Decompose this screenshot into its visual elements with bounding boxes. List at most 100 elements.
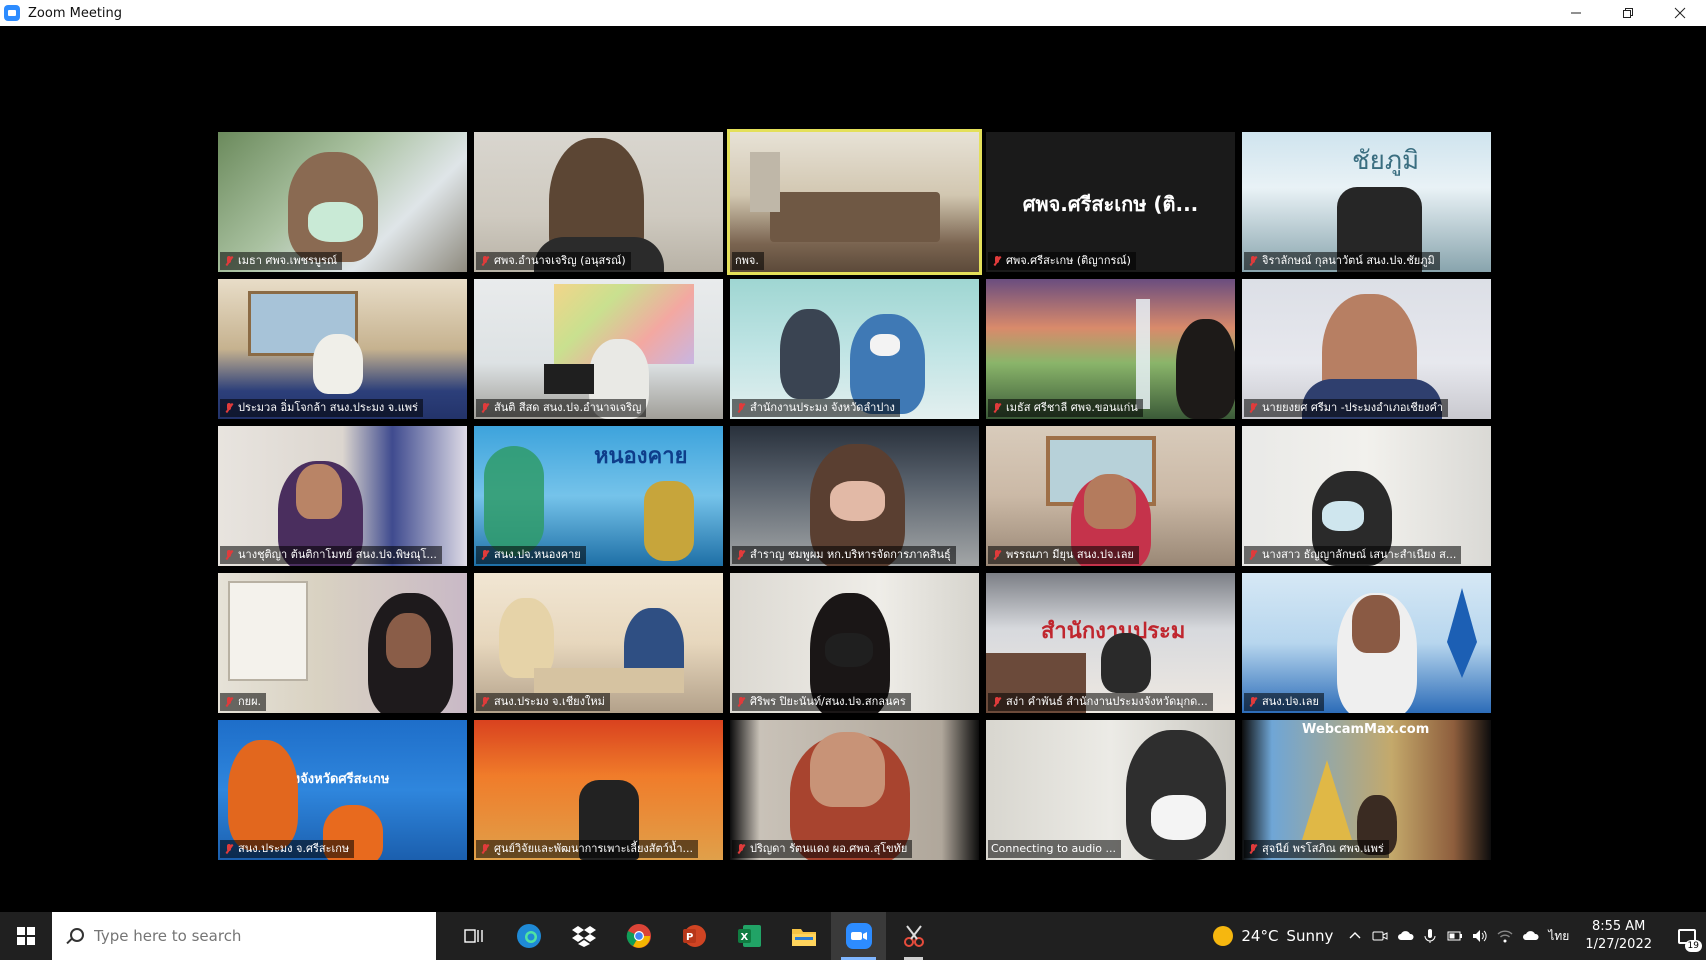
clock-time: 8:55 AM xyxy=(1591,919,1646,934)
dropbox-button[interactable] xyxy=(556,912,611,960)
folder-icon xyxy=(791,929,816,946)
volume-icon[interactable] xyxy=(1472,928,1488,944)
zoom-button[interactable] xyxy=(831,912,886,960)
participant-tile[interactable]: นายยงยศ ศรีมา -ประมงอำเภอเชียงคำ xyxy=(1242,279,1491,419)
participant-name: สนง.ปจ.หนองคาย xyxy=(476,546,586,564)
participant-tile[interactable]: พรรณภา มียุน สนง.ปจ.เลย xyxy=(986,426,1235,566)
taskbar-search[interactable] xyxy=(52,912,436,960)
participant-tile-active-speaker[interactable]: กพจ. xyxy=(727,129,982,275)
participant-tile[interactable]: ศพจ.ศรีสะเกษ (ติ... ศพจ.ศรีสะเกษ (ติญากร… xyxy=(986,132,1235,272)
input-language[interactable]: ไทย xyxy=(1548,927,1569,946)
chaiyaphum-banner: ชัยภูมิ xyxy=(1352,146,1420,176)
mic-muted-icon xyxy=(735,696,747,708)
video-feed: สำนักงานประม xyxy=(986,573,1235,713)
video-feed xyxy=(474,720,723,860)
mic-muted-icon xyxy=(1247,549,1259,561)
video-feed xyxy=(730,573,979,713)
participant-name: พรรณภา มียุน สนง.ปจ.เลย xyxy=(988,546,1139,564)
participant-name: นางสาว ธัญญาลักษณ์ เสนาะสำเนียง ส... xyxy=(1244,546,1462,564)
participant-tile[interactable]: ศพจ.อำนาจเจริญ (อนุสรณ์) xyxy=(474,132,723,272)
participant-tile[interactable]: ปริญดา รัตนแดง ผอ.ศพจ.สุโขทัย xyxy=(730,720,979,860)
taskbar: P X 24°C Sunny ไทย xyxy=(0,912,1706,960)
taskbar-apps: P X xyxy=(446,912,941,960)
excel-button[interactable]: X xyxy=(721,912,776,960)
video-feed xyxy=(730,720,979,860)
mic-muted-icon xyxy=(735,843,747,855)
mic-muted-icon xyxy=(1247,843,1259,855)
participant-tile[interactable]: Connecting to audio ... xyxy=(986,720,1235,860)
chevron-up-icon[interactable] xyxy=(1347,928,1363,944)
participant-tile[interactable]: กยผ. xyxy=(218,573,467,713)
restore-button[interactable] xyxy=(1602,0,1654,26)
participant-tile[interactable]: สำนักงานประมง จังหวัดลำปาง xyxy=(730,279,979,419)
meeting-gallery: เมธา ศพจ.เพชรบูรณ์ ศพจ.อำนาจเจริญ (อนุสร… xyxy=(0,26,1706,912)
participant-tile[interactable]: นางสาว ธัญญาลักษณ์ เสนาะสำเนียง ส... xyxy=(1242,426,1491,566)
participant-tile[interactable]: เมธัส ศรีชาลี ศพจ.ขอนแก่น xyxy=(986,279,1235,419)
battery-icon[interactable] xyxy=(1447,928,1463,944)
wifi-icon[interactable] xyxy=(1497,928,1513,944)
nongkhai-banner: หนองคาย xyxy=(594,444,688,469)
participant-name: นายยงยศ ศรีมา -ประมงอำเภอเชียงคำ xyxy=(1244,399,1449,417)
tray-icons xyxy=(1347,928,1539,944)
participant-tile[interactable]: ประมวล อิ่มโจกล้า สนง.ประมง จ.แพร่ xyxy=(218,279,467,419)
cloud-sync-icon[interactable] xyxy=(1522,928,1539,944)
search-input[interactable] xyxy=(94,927,414,945)
system-tray: 24°C Sunny ไทย 8:55 AM 1/27/2022 19 xyxy=(1213,912,1706,960)
mic-muted-icon xyxy=(1247,402,1259,414)
participant-name: สำราญ ชมพูผม หก.บริหารจัดการภาคสินธุ์ xyxy=(732,546,956,564)
svg-text:P: P xyxy=(686,932,693,943)
onedrive-icon[interactable] xyxy=(1397,928,1414,944)
mic-muted-icon xyxy=(479,843,491,855)
close-button[interactable] xyxy=(1654,0,1706,26)
mic-muted-icon xyxy=(735,402,747,414)
participant-tile[interactable]: หนองคาย สนง.ปจ.หนองคาย xyxy=(474,426,723,566)
participant-tile[interactable]: สำราญ ชมพูผม หก.บริหารจัดการภาคสินธุ์ xyxy=(730,426,979,566)
meet-now-icon[interactable] xyxy=(1372,928,1388,944)
participant-tile[interactable]: ศิริพร ปิยะนันท์/สนง.ปจ.สกลนคร xyxy=(730,573,979,713)
participant-tile[interactable]: สำนักงานประม สง่า คำพันธ์ สำนักงานประมงจ… xyxy=(986,573,1235,713)
mic-muted-icon xyxy=(991,402,1003,414)
mic-muted-icon xyxy=(1247,696,1259,708)
edge-button[interactable] xyxy=(501,912,556,960)
participant-tile[interactable]: เมธา ศพจ.เพชรบูรณ์ xyxy=(218,132,467,272)
file-explorer-button[interactable] xyxy=(776,912,831,960)
participant-tile[interactable]: ประมงจังหวัดศรีสะเกษ สนง.ประมง จ.ศรีสะเก… xyxy=(218,720,467,860)
video-feed xyxy=(218,132,467,272)
clock[interactable]: 8:55 AM 1/27/2022 xyxy=(1585,918,1652,954)
participant-name: กยผ. xyxy=(220,693,267,711)
participant-name: สันติ สีสด สนง.ปจ.อำนาจเจริญ xyxy=(476,399,647,417)
participant-tile[interactable]: สนง.ปจ.เลย xyxy=(1242,573,1491,713)
participant-name: กพจ. xyxy=(732,252,764,270)
participant-tile[interactable]: สันติ สีสด สนง.ปจ.อำนาจเจริญ xyxy=(474,279,723,419)
snipping-tool-icon xyxy=(903,925,924,947)
video-feed xyxy=(474,279,723,419)
start-button[interactable] xyxy=(0,912,52,960)
snipping-tool-button[interactable] xyxy=(886,912,941,960)
virtual-background: หนองคาย xyxy=(474,426,723,566)
task-view-button[interactable] xyxy=(446,912,501,960)
participant-tile[interactable]: นางชุติญา ต้นติกาโมทย์ สนง.ปจ.พิษณุโ... xyxy=(218,426,467,566)
sun-icon xyxy=(1213,926,1234,946)
video-feed xyxy=(1242,426,1491,566)
weather-widget[interactable]: 24°C Sunny xyxy=(1213,926,1333,946)
virtual-background xyxy=(1242,573,1491,713)
participant-name: ศูนย์วิจัยและพัฒนาการเพาะเลี้ยงสัตว์น้ำ.… xyxy=(476,840,699,858)
video-feed xyxy=(730,132,979,272)
participant-name: สุจนีย์ พรโสภิณ ศพจ.แพร่ xyxy=(1244,840,1389,858)
participant-name: ประมวล อิ่มโจกล้า สนง.ประมง จ.แพร่ xyxy=(220,399,423,417)
participant-tile[interactable]: WebcamMax.com สุจนีย์ พรโสภิณ ศพจ.แพร่ xyxy=(1242,720,1491,860)
mic-muted-icon xyxy=(223,696,235,708)
video-feed xyxy=(474,132,723,272)
participant-name: ศพจ.อำนาจเจริญ (อนุสรณ์) xyxy=(476,252,631,270)
participant-tile[interactable]: สนง.ประมง จ.เชียงใหม่ xyxy=(474,573,723,713)
microphone-icon[interactable] xyxy=(1422,928,1438,944)
powerpoint-button[interactable]: P xyxy=(666,912,721,960)
close-icon xyxy=(1674,7,1686,19)
participant-tile[interactable]: ชัยภูมิ จิราลักษณ์ กุลนาวัตน์ สนง.ปจ.ชัย… xyxy=(1242,132,1491,272)
notification-center-button[interactable]: 19 xyxy=(1668,912,1706,960)
participant-tile[interactable]: ศูนย์วิจัยและพัฒนาการเพาะเลี้ยงสัตว์น้ำ.… xyxy=(474,720,723,860)
mic-muted-icon xyxy=(991,255,1003,267)
chrome-button[interactable] xyxy=(611,912,666,960)
excel-icon: X xyxy=(737,925,761,947)
minimize-button[interactable] xyxy=(1550,0,1602,26)
